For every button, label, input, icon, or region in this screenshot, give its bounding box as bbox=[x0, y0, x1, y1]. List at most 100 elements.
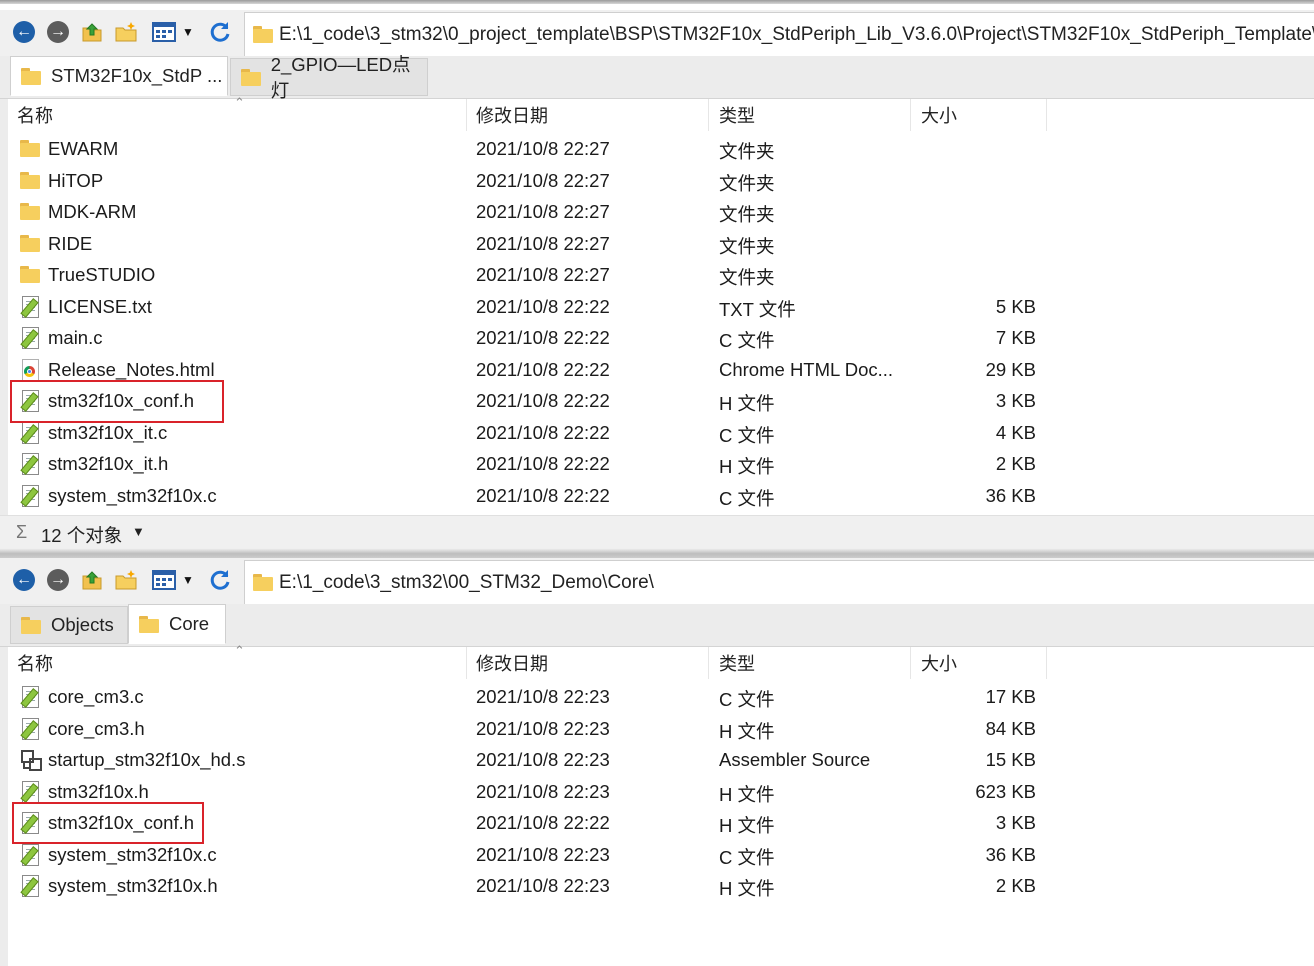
text-file-icon bbox=[20, 686, 42, 708]
file-type: Chrome HTML Doc... bbox=[719, 358, 894, 380]
folder-icon bbox=[20, 138, 42, 160]
column-divider[interactable] bbox=[708, 99, 709, 131]
file-type: C 文件 bbox=[719, 846, 775, 868]
text-file-icon bbox=[20, 812, 42, 834]
list-item[interactable]: stm32f10x.h 2021/10/8 22:23 H 文件 623 KB bbox=[8, 777, 1314, 808]
column-divider[interactable] bbox=[466, 647, 467, 679]
file-date: 2021/10/8 22:27 bbox=[476, 138, 610, 159]
list-item[interactable]: stm32f10x_conf.h 2021/10/8 22:22 H 文件 3 KB bbox=[8, 808, 1314, 839]
file-size: 84 KB bbox=[985, 717, 1036, 739]
col-size[interactable]: 大小 bbox=[921, 647, 957, 679]
new-folder-icon[interactable] bbox=[114, 568, 138, 592]
col-name[interactable]: 名称 bbox=[17, 647, 53, 679]
tab-stm32f10x-stdp[interactable]: STM32F10x_StdP ... bbox=[10, 56, 228, 96]
file-name: MDK-ARM bbox=[48, 201, 137, 222]
folder-up-icon[interactable] bbox=[80, 568, 104, 592]
list-item[interactable]: startup_stm32f10x_hd.s 2021/10/8 22:23 Ass… bbox=[8, 745, 1314, 776]
list-item[interactable]: core_cm3.h 2021/10/8 22:23 H 文件 84 KB bbox=[8, 714, 1314, 745]
list-item[interactable]: stm32f10x_conf.h 2021/10/8 22:22 H 文件 3 KB bbox=[8, 386, 1314, 417]
file-type: C 文件 bbox=[719, 487, 775, 509]
file-date: 2021/10/8 22:23 bbox=[476, 749, 610, 770]
col-type[interactable]: 类型 bbox=[719, 647, 755, 679]
view-dropdown-icon[interactable]: ▼ bbox=[180, 20, 196, 44]
tab-label: STM32F10x_StdP ... bbox=[51, 65, 223, 86]
forward-arrow-icon[interactable]: → bbox=[46, 20, 70, 44]
folder-icon bbox=[21, 616, 41, 634]
file-type: C 文件 bbox=[719, 424, 775, 446]
list-item[interactable]: system_stm32f10x.h 2021/10/8 22:23 H 文件 2 K… bbox=[8, 871, 1314, 902]
file-type: 文件夹 bbox=[719, 141, 775, 162]
column-divider[interactable] bbox=[466, 99, 467, 131]
file-date: 2021/10/8 22:23 bbox=[476, 843, 610, 865]
file-size: 29 KB bbox=[985, 358, 1036, 380]
left-edge bbox=[0, 647, 8, 966]
file-date: 2021/10/8 22:22 bbox=[476, 327, 610, 348]
refresh-icon[interactable] bbox=[208, 568, 232, 592]
column-divider[interactable] bbox=[1046, 647, 1047, 679]
folder-icon bbox=[20, 233, 42, 255]
list-item[interactable]: LICENSE.txt 2021/10/8 22:22 TXT 文件 5 KB bbox=[8, 292, 1314, 323]
file-type: H 文件 bbox=[719, 878, 775, 899]
file-date: 2021/10/8 22:27 bbox=[476, 232, 610, 254]
address-bar[interactable]: E:\1_code\3_stm32\00_STM32_Demo\Core\ bbox=[244, 560, 1314, 606]
list-item[interactable]: stm32f10x_it.h 2021/10/8 22:22 H 文件 2 KB bbox=[8, 449, 1314, 480]
tab-objects[interactable]: Objects bbox=[10, 606, 128, 644]
folder-icon bbox=[253, 26, 273, 43]
file-date: 2021/10/8 22:22 bbox=[476, 421, 610, 443]
text-file-icon bbox=[20, 875, 42, 897]
back-arrow-icon[interactable]: ← bbox=[12, 568, 36, 592]
list-item[interactable]: RIDE 2021/10/8 22:27 文件夹 bbox=[8, 229, 1314, 260]
file-name: Release_Notes.html bbox=[48, 358, 215, 380]
col-size[interactable]: 大小 bbox=[921, 99, 957, 131]
file-type: H 文件 bbox=[719, 720, 775, 742]
column-header: ⌃ 名称 修改日期 类型 大小 bbox=[8, 643, 1314, 679]
col-type[interactable]: 类型 bbox=[719, 99, 755, 131]
file-date: 2021/10/8 22:22 bbox=[476, 358, 610, 380]
tab-gpio-led[interactable]: 2_GPIO—LED点灯 bbox=[230, 54, 428, 101]
text-file-icon bbox=[20, 453, 42, 475]
list-item[interactable]: MDK-ARM 2021/10/8 22:27 文件夹 bbox=[8, 197, 1314, 228]
view-dropdown-icon[interactable]: ▼ bbox=[180, 568, 196, 592]
file-name: stm32f10x_conf.h bbox=[48, 812, 195, 833]
list-item[interactable]: Release_Notes.html 2021/10/8 22:22 Chrome … bbox=[8, 355, 1314, 386]
file-date: 2021/10/8 22:22 bbox=[476, 812, 610, 833]
column-divider[interactable] bbox=[910, 647, 911, 679]
file-type: H 文件 bbox=[719, 815, 775, 836]
col-name[interactable]: 名称 bbox=[17, 99, 53, 131]
file-name: core_cm3.h bbox=[48, 717, 145, 739]
col-date[interactable]: 修改日期 bbox=[476, 99, 548, 131]
list-item[interactable]: core_cm3.c 2021/10/8 22:23 C 文件 17 KB bbox=[8, 682, 1314, 713]
list-item[interactable]: stm32f10x_it.c 2021/10/8 22:22 C 文件 4 KB bbox=[8, 418, 1314, 449]
tab-bar: STM32F10x_StdP ... 2_GPIO—LED点灯 bbox=[0, 54, 1314, 101]
forward-arrow-icon[interactable]: → bbox=[46, 568, 70, 592]
folder-up-icon[interactable] bbox=[80, 20, 104, 44]
col-date[interactable]: 修改日期 bbox=[476, 647, 548, 679]
view-mode-icon[interactable] bbox=[152, 568, 176, 592]
list-item[interactable]: system_stm32f10x.c 2021/10/8 22:23 C 文件 36 … bbox=[8, 840, 1314, 871]
refresh-icon[interactable] bbox=[208, 20, 232, 44]
file-type: 文件夹 bbox=[719, 204, 775, 225]
column-divider[interactable] bbox=[1046, 99, 1047, 131]
list-item[interactable]: EWARM 2021/10/8 22:27 文件夹 bbox=[8, 134, 1314, 165]
list-item[interactable]: system_stm32f10x.c 2021/10/8 22:22 C 文件 36 … bbox=[8, 481, 1314, 512]
column-divider[interactable] bbox=[910, 99, 911, 131]
chevron-down-icon[interactable]: ▼ bbox=[132, 524, 145, 539]
text-file-icon bbox=[20, 295, 42, 318]
tab-core[interactable]: Core bbox=[128, 604, 226, 644]
file-size: 17 KB bbox=[985, 686, 1036, 707]
list-item[interactable]: main.c 2021/10/8 22:22 C 文件 7 KB bbox=[8, 323, 1314, 354]
file-type: 文件夹 bbox=[719, 172, 775, 194]
new-folder-icon[interactable] bbox=[114, 20, 138, 44]
back-arrow-icon[interactable]: ← bbox=[12, 20, 36, 44]
file-name: stm32f10x_it.c bbox=[48, 421, 168, 443]
view-mode-icon[interactable] bbox=[152, 20, 176, 44]
tab-label: Core bbox=[169, 613, 210, 634]
list-item[interactable]: TrueSTUDIO 2021/10/8 22:27 文件夹 bbox=[8, 260, 1314, 291]
file-name: LICENSE.txt bbox=[48, 295, 152, 317]
file-date: 2021/10/8 22:22 bbox=[476, 484, 610, 506]
list-item[interactable]: HiTOP 2021/10/8 22:27 文件夹 bbox=[8, 166, 1314, 197]
file-date: 2021/10/8 22:23 bbox=[476, 875, 610, 896]
column-divider[interactable] bbox=[708, 647, 709, 679]
sort-caret-icon: ⌃ bbox=[234, 643, 245, 658]
file-type: H 文件 bbox=[719, 456, 775, 477]
